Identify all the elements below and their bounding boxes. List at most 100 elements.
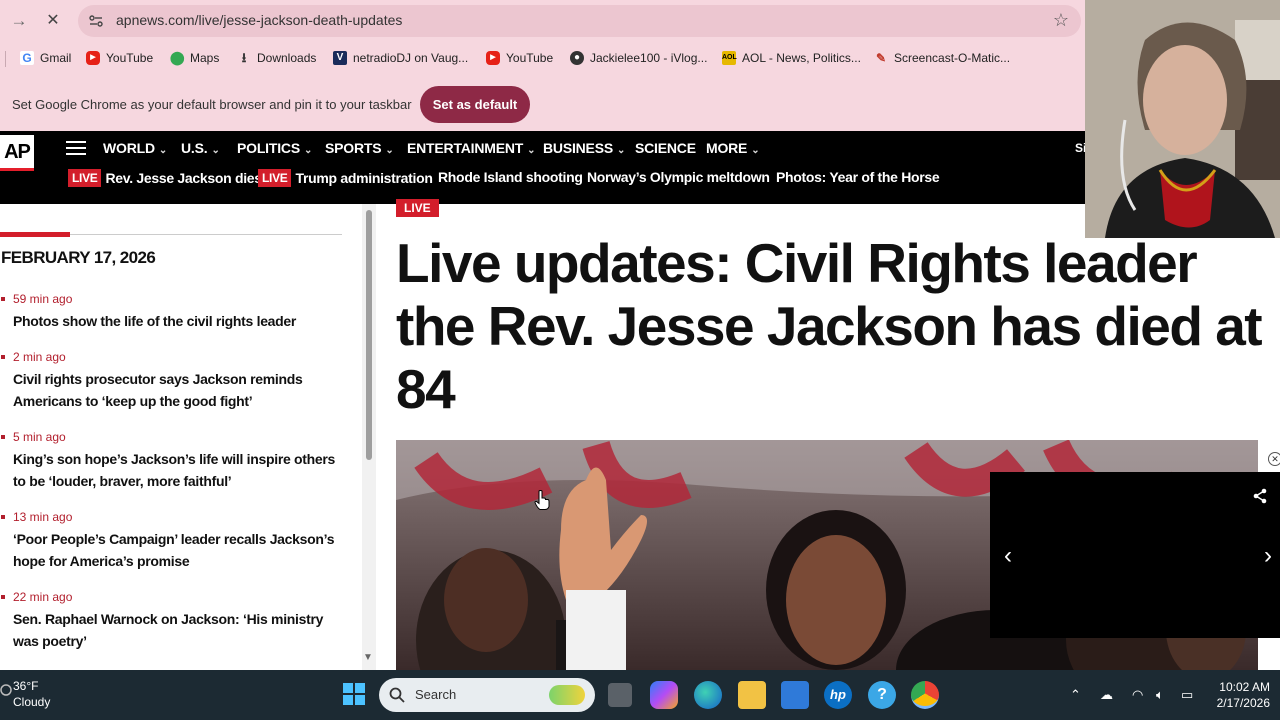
nav-label: WORLD [103, 140, 155, 156]
clock-date: 2/17/2026 [1216, 696, 1270, 710]
nav-entertainment[interactable]: ENTERTAINMENT ⌄ [407, 140, 536, 156]
task-view-icon[interactable] [608, 683, 632, 707]
site-info-icon[interactable] [88, 13, 104, 29]
chevron-down-icon: ⌄ [616, 145, 626, 156]
update-time: 5 min ago [13, 430, 66, 444]
taskbar-search[interactable]: Search [379, 678, 595, 712]
bookmark-label: YouTube [106, 51, 154, 65]
chevron-down-icon: ⌄ [751, 145, 760, 156]
address-bar-row: → ✕ apnews.com/live/jesse-jackson-death-… [0, 0, 1085, 42]
onedrive-icon[interactable]: ☁ [1100, 687, 1113, 703]
update-title[interactable]: ‘Poor People’s Campaign’ leader recalls … [13, 528, 343, 572]
nav-politics[interactable]: POLITICS ⌄ [237, 140, 312, 156]
webcam-feed-illustration [1085, 0, 1280, 238]
subnav-rhode-island[interactable]: Rhode Island shooting [438, 169, 583, 185]
chevron-down-icon: ⌄ [527, 145, 536, 156]
scroll-down-arrow-icon[interactable]: ▼ [363, 652, 373, 663]
taskbar-clock[interactable]: 10:02 AM 2/17/2026 [1217, 679, 1270, 711]
battery-icon[interactable]: ▭ [1181, 687, 1193, 703]
edge-icon[interactable] [694, 681, 722, 709]
bookmark-ivlog[interactable]: ● Jackielee100 - iVlog... [570, 49, 707, 67]
article-headline: Live updates: Civil Rights leader the Re… [396, 232, 1263, 420]
chrome-icon[interactable] [911, 681, 939, 709]
nav-more[interactable]: MORE ⌄ [706, 140, 760, 156]
nav-label: SCIENCE [635, 140, 696, 156]
hand-cursor-icon [534, 490, 550, 510]
menu-icon[interactable] [66, 141, 86, 157]
weather-condition[interactable]: Cloudy [13, 695, 50, 709]
chevron-up-icon[interactable]: ⌃ [1070, 687, 1081, 703]
bookmark-vaughn[interactable]: V netradioDJ on Vaug... [333, 49, 468, 67]
windows-start-icon[interactable] [342, 682, 366, 706]
bookmark-star-icon[interactable]: ☆ [1053, 10, 1069, 31]
bookmark-gmail[interactable]: G Gmail [20, 49, 71, 67]
forward-button[interactable]: → [8, 10, 30, 32]
share-icon[interactable] [1252, 488, 1268, 504]
subnav-trump-administration[interactable]: LIVE Trump administration [258, 169, 433, 187]
nav-us[interactable]: U.S. ⌄ [181, 140, 220, 156]
bookmark-label: Gmail [40, 51, 72, 65]
bookmark-youtube-1[interactable]: ▶ YouTube [86, 49, 153, 67]
url-text[interactable]: apnews.com/live/jesse-jackson-death-upda… [116, 12, 402, 28]
update-time: 13 min ago [13, 510, 73, 524]
file-explorer-icon[interactable] [738, 681, 766, 709]
download-icon: ⭳ [241, 50, 247, 65]
copilot-icon[interactable] [650, 681, 678, 709]
bookmark-aol[interactable]: AOL AOL - News, Politics... [722, 49, 861, 67]
ap-site-header: AP WORLD ⌄ U.S. ⌄ POLITICS ⌄ SPORTS ⌄ ENTERT… [0, 131, 1086, 204]
cloud-icon [0, 684, 12, 696]
subnav-year-of-horse[interactable]: Photos: Year of the Horse [776, 169, 940, 185]
address-bar[interactable]: apnews.com/live/jesse-jackson-death-upda… [78, 5, 1081, 37]
chevron-left-icon[interactable]: ‹ [1004, 542, 1012, 570]
sidebar-scrollbar-thumb[interactable] [366, 210, 372, 460]
bookmark-downloads[interactable]: ⭳ Downloads [237, 49, 317, 67]
search-icon [389, 687, 405, 703]
subnav-norway[interactable]: Norway’s Olympic meltdown [587, 169, 770, 185]
nav-label: MORE [706, 140, 748, 156]
nav-world[interactable]: WORLD ⌄ [103, 140, 167, 156]
chevron-down-icon: ⌄ [385, 145, 394, 156]
nav-label: U.S. [181, 140, 208, 156]
chevron-right-icon[interactable]: › [1264, 542, 1272, 570]
maps-icon: ⬤ [170, 50, 185, 65]
hp-icon[interactable]: hp [824, 681, 852, 709]
bookmark-label: Screencast-O-Matic... [894, 51, 1011, 65]
update-time: 22 min ago [13, 590, 73, 604]
ap-logo[interactable]: AP [0, 135, 34, 171]
subnav-label: Photos: Year of the Horse [776, 169, 940, 185]
bookmark-label: AOL - News, Politics... [742, 51, 861, 65]
bookmarks-divider [5, 51, 6, 67]
update-title[interactable]: Civil rights prosecutor says Jackson rem… [13, 368, 343, 412]
update-time: 59 min ago [13, 292, 73, 306]
youtube-icon: ▶ [486, 51, 500, 65]
update-title[interactable]: King’s son hope’s Jackson’s life will in… [13, 448, 343, 492]
updates-sidebar: FEBRUARY 17, 2026 59 min ago Photos show… [0, 204, 362, 670]
bookmark-maps[interactable]: ⬤ Maps [170, 49, 219, 67]
nav-label: BUSINESS [543, 140, 613, 156]
windows-taskbar: 36°F Cloudy Search hp ? ⌃ ☁ ◠ 🔈︎ ▭ 10:02… [0, 670, 1280, 720]
update-title[interactable]: Photos show the life of the civil rights… [13, 310, 343, 332]
volume-icon[interactable]: 🔈︎ [1156, 687, 1164, 703]
nav-science[interactable]: SCIENCE [635, 140, 696, 156]
subnav-jesse-jackson[interactable]: LIVE Rev. Jesse Jackson dies [68, 169, 262, 187]
divider [70, 234, 342, 235]
close-icon[interactable]: ✕ [1268, 452, 1280, 466]
screencast-icon: ✎ [875, 51, 887, 65]
live-tag: LIVE [396, 199, 439, 217]
video-player[interactable]: ‹ › [990, 472, 1280, 638]
bookmark-screencast[interactable]: ✎ Screencast-O-Matic... [874, 49, 1010, 67]
bookmark-label: Jackielee100 - iVlog... [590, 51, 708, 65]
live-badge: LIVE [258, 169, 292, 187]
infobar-message: Set Google Chrome as your default browse… [12, 97, 412, 112]
bookmark-youtube-2[interactable]: ▶ YouTube [486, 49, 553, 67]
weather-temperature[interactable]: 36°F [13, 679, 38, 693]
stop-loading-button[interactable]: ✕ [42, 10, 64, 32]
nav-sports[interactable]: SPORTS ⌄ [325, 140, 394, 156]
wifi-icon[interactable]: ◠ [1132, 687, 1143, 703]
microsoft-store-icon[interactable] [781, 681, 809, 709]
update-title[interactable]: Sen. Raphael Warnock on Jackson: ‘His mi… [13, 608, 343, 652]
set-as-default-button[interactable]: Set as default [420, 86, 530, 123]
browser-chrome: → ✕ apnews.com/live/jesse-jackson-death-… [0, 0, 1085, 131]
nav-business[interactable]: BUSINESS ⌄ [543, 140, 625, 156]
help-icon[interactable]: ? [868, 681, 896, 709]
